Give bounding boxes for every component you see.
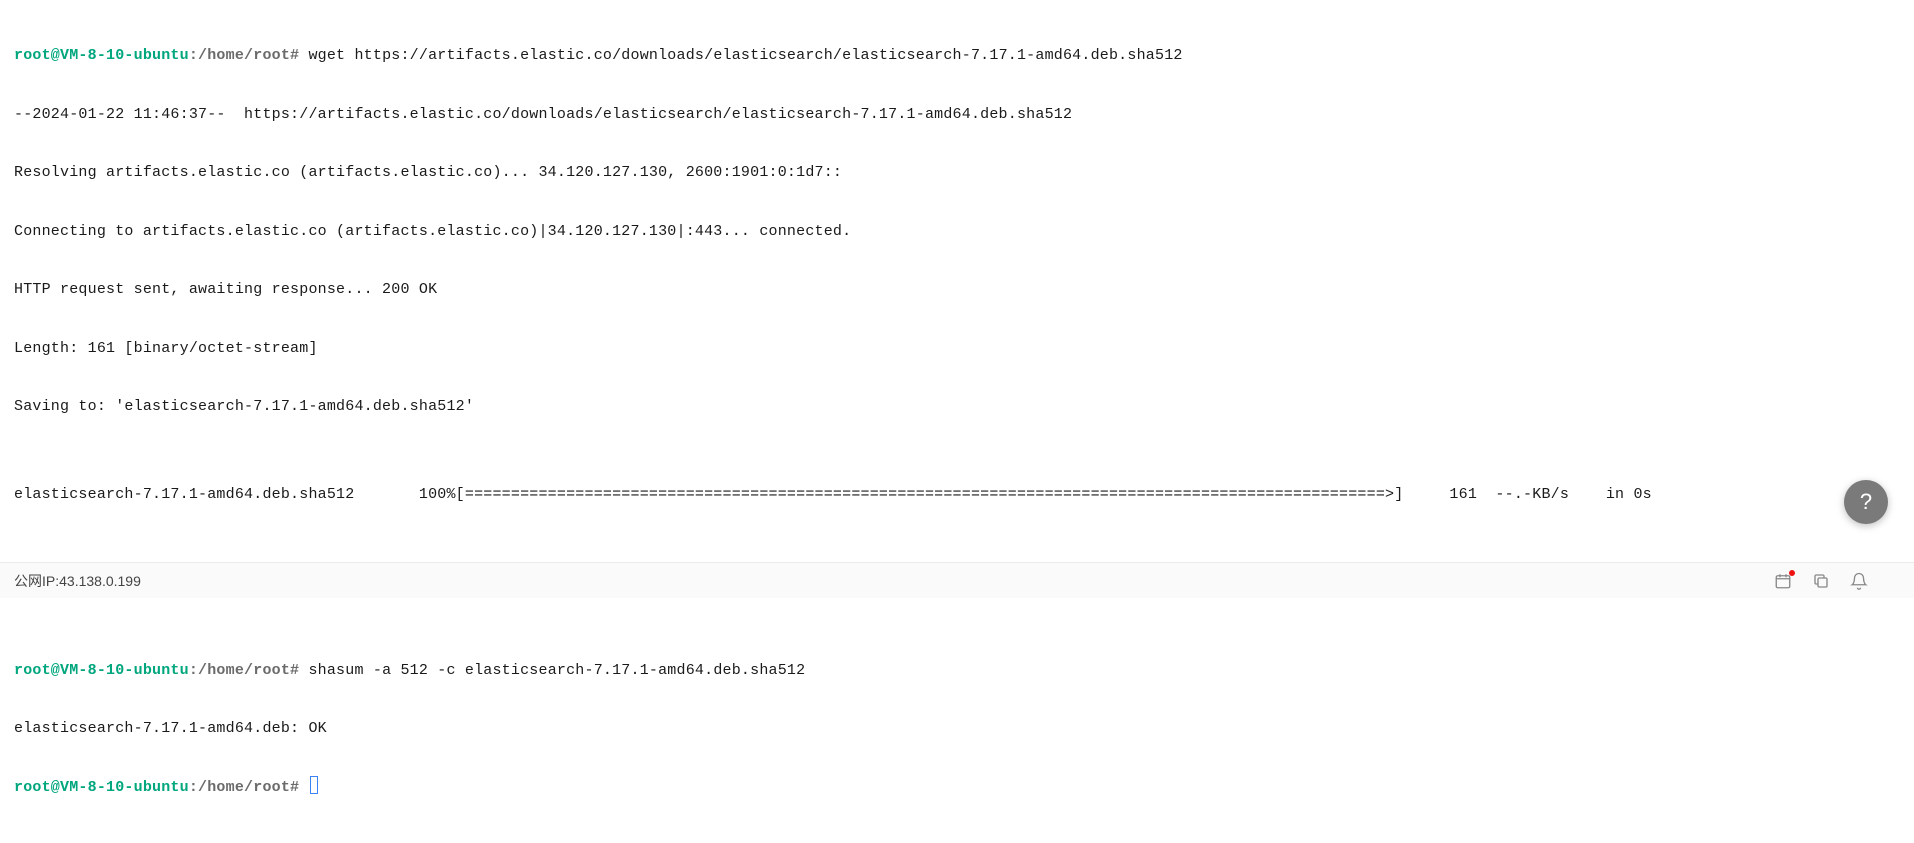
bell-button[interactable] xyxy=(1850,572,1868,590)
prompt-line-3: root@VM-8-10-ubuntu:/home/root# xyxy=(14,773,1900,802)
output-connecting: Connecting to artifacts.elastic.co (arti… xyxy=(14,217,1900,246)
output-http-status: HTTP request sent, awaiting response... … xyxy=(14,275,1900,304)
prompt-hash: # xyxy=(290,47,299,64)
output-saving: Saving to: 'elasticsearch-7.17.1-amd64.d… xyxy=(14,392,1900,421)
output-progress-bar: elasticsearch-7.17.1-amd64.deb.sha512 10… xyxy=(14,480,1900,509)
statusbar-right xyxy=(1774,572,1900,590)
prompt-user: root@VM-8-10-ubuntu xyxy=(14,662,189,679)
prompt-hash: # xyxy=(290,779,299,796)
prompt-path: /home/root xyxy=(198,779,290,796)
prompt-hash: # xyxy=(290,662,299,679)
help-button[interactable]: ? xyxy=(1844,480,1888,524)
prompt-user: root@VM-8-10-ubuntu xyxy=(14,779,189,796)
status-bar: 公网IP: 43.138.0.199 xyxy=(0,562,1914,598)
calendar-button[interactable] xyxy=(1774,572,1792,590)
prompt-colon: : xyxy=(189,779,198,796)
terminal-cursor[interactable] xyxy=(310,776,318,794)
command-shasum: shasum -a 512 -c elasticsearch-7.17.1-am… xyxy=(308,662,805,679)
terminal-output[interactable]: root@VM-8-10-ubuntu:/home/root# wget htt… xyxy=(0,0,1914,843)
help-icon: ? xyxy=(1860,489,1872,515)
notification-dot-icon xyxy=(1789,570,1795,576)
prompt-line-1: root@VM-8-10-ubuntu:/home/root# wget htt… xyxy=(14,41,1900,70)
public-ip-label: 公网IP: xyxy=(14,571,59,591)
prompt-line-2: root@VM-8-10-ubuntu:/home/root# shasum -… xyxy=(14,656,1900,685)
prompt-user: root@VM-8-10-ubuntu xyxy=(14,47,189,64)
copy-button[interactable] xyxy=(1812,572,1830,590)
prompt-colon: : xyxy=(189,662,198,679)
output-resolving: Resolving artifacts.elastic.co (artifact… xyxy=(14,158,1900,187)
output-timestamp: --2024-01-22 11:46:37-- https://artifact… xyxy=(14,100,1900,129)
command-wget: wget https://artifacts.elastic.co/downlo… xyxy=(308,47,1182,64)
public-ip-value: 43.138.0.199 xyxy=(59,573,141,589)
prompt-path: /home/root xyxy=(198,662,290,679)
output-shasum-ok: elasticsearch-7.17.1-amd64.deb: OK xyxy=(14,714,1900,743)
prompt-colon: : xyxy=(189,47,198,64)
prompt-path: /home/root xyxy=(198,47,290,64)
output-length: Length: 161 [binary/octet-stream] xyxy=(14,334,1900,363)
